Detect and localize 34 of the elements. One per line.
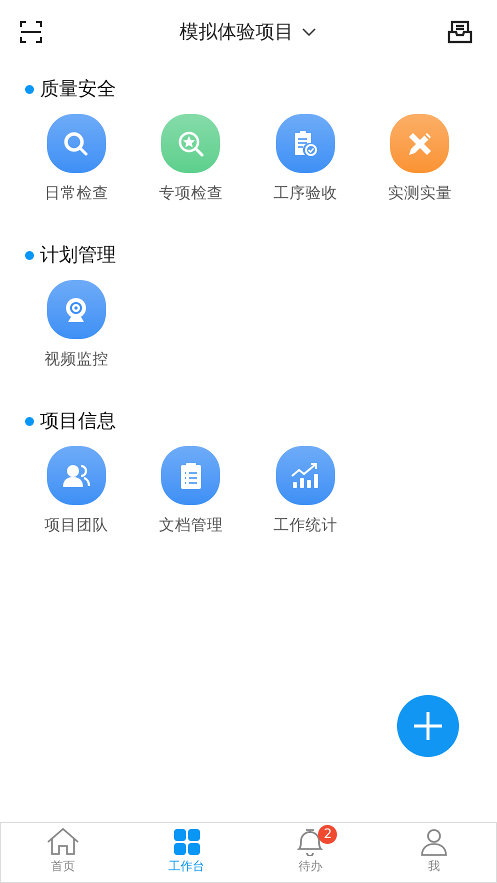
home-icon [46, 828, 79, 856]
tab-item[interactable]: 我 [372, 823, 496, 882]
app-label: 项目团队 [44, 515, 108, 536]
notification-badge: 2 [318, 825, 338, 844]
project-title[interactable]: 模拟体验项目 [180, 19, 294, 45]
inbox-icon[interactable] [447, 20, 473, 44]
app-label: 工作统计 [273, 515, 338, 536]
app-tile-icon[interactable] [46, 280, 106, 339]
app-label: 文档管理 [158, 515, 223, 536]
section-title: 计划管理 [40, 243, 116, 268]
app-tile-icon[interactable] [276, 114, 335, 173]
app-tile-icon[interactable] [46, 446, 106, 505]
app-tile-icon[interactable] [161, 114, 220, 173]
chevron-down-icon[interactable] [302, 28, 316, 36]
section-bullet [25, 84, 34, 94]
section-bullet [25, 416, 34, 426]
tab-item[interactable]: 工作台 [124, 823, 248, 882]
tab-item[interactable]: 2 待办 [248, 823, 372, 882]
section-title: 质量安全 [40, 77, 116, 102]
app-label: 专项检查 [158, 183, 223, 204]
app-label: 实测实量 [388, 183, 452, 204]
app-label: 工序验收 [273, 183, 338, 204]
app-label: 视频监控 [44, 349, 108, 370]
app-tile-icon[interactable] [276, 446, 335, 505]
app-tile-icon[interactable] [161, 446, 220, 505]
plus-icon [413, 711, 443, 741]
bar-chart-icon [290, 460, 320, 490]
app-tile-icon[interactable] [46, 114, 106, 173]
app-label: 日常检查 [44, 183, 108, 204]
tab-item[interactable]: 首页 [1, 823, 125, 882]
scan-icon[interactable] [20, 21, 42, 43]
section-title: 项目信息 [40, 409, 116, 434]
section-bullet [25, 250, 34, 260]
app-tile-icon[interactable] [390, 114, 450, 173]
